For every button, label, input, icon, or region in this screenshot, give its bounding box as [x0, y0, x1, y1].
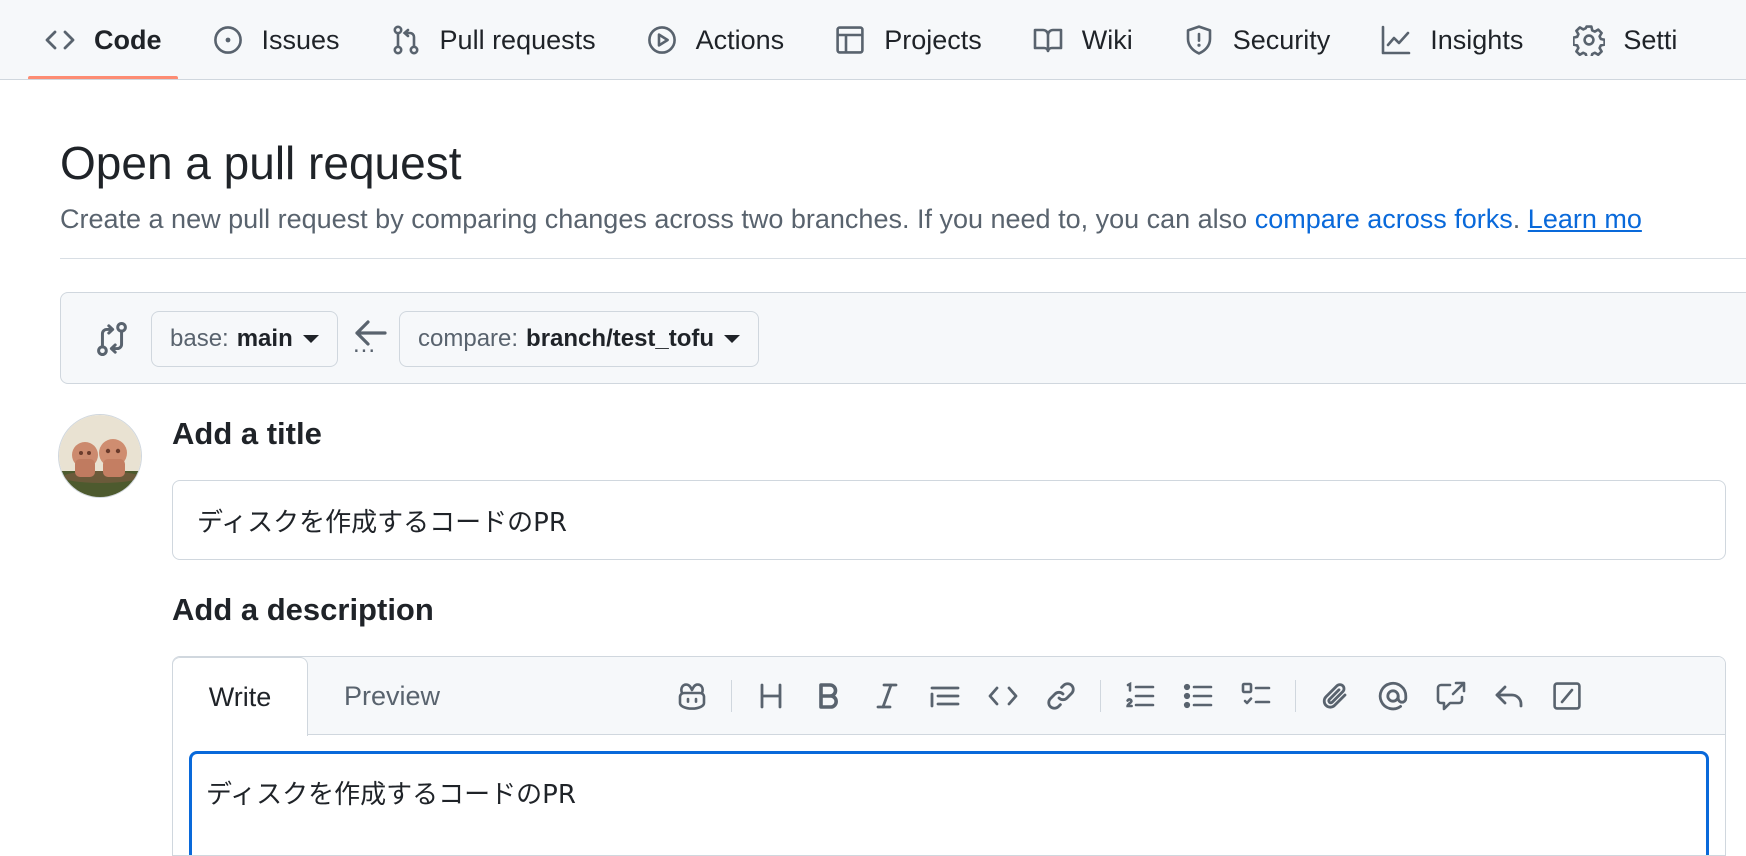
header-divider [60, 258, 1746, 259]
caret-down-icon [724, 335, 741, 343]
compare-label: compare: [418, 325, 519, 352]
tab-issues-label: Issues [261, 24, 340, 55]
code-icon[interactable] [985, 678, 1021, 714]
editor-header: Write Preview [173, 657, 1725, 736]
link-icon[interactable] [1043, 678, 1079, 714]
ordered-list-icon[interactable] [1122, 678, 1158, 714]
compare-branch-name: branch/test_tofu [526, 325, 715, 352]
tab-wiki[interactable]: Wiki [1016, 0, 1149, 79]
tab-issues[interactable]: Issues [196, 0, 356, 79]
repo-nav-tabs: Code Issues Pull requests Actions Projec… [28, 0, 1711, 79]
base-branch-button[interactable]: base: main [151, 311, 338, 367]
markdown-toolbar [663, 657, 1596, 735]
tab-projects-label: Projects [884, 24, 982, 55]
tab-insights[interactable]: Insights [1364, 0, 1539, 79]
range-ellipsis: ... [353, 331, 377, 358]
tab-settings[interactable]: Setti [1557, 0, 1693, 79]
caret-down-icon [302, 335, 319, 343]
tab-pull-requests-label: Pull requests [439, 24, 596, 55]
bold-icon[interactable] [811, 678, 847, 714]
tab-wiki-label: Wiki [1081, 24, 1133, 55]
tab-write[interactable]: Write [173, 657, 308, 736]
toolbar-divider [1100, 680, 1101, 712]
range-editor: base: main ... compare: branch/test_tofu [60, 292, 1746, 384]
learn-more-link[interactable]: Learn mo [1528, 204, 1642, 234]
gear-icon [1573, 24, 1606, 56]
page-subtitle: Create a new pull request by comparing c… [60, 204, 1642, 235]
subtitle-text: Create a new pull request by comparing c… [60, 204, 1255, 234]
toolbar-divider [1295, 680, 1296, 712]
tab-security[interactable]: Security [1167, 0, 1347, 79]
subtitle-period: . [1512, 204, 1528, 234]
italic-icon[interactable] [869, 678, 905, 714]
tab-security-label: Security [1232, 24, 1331, 55]
unordered-list-icon[interactable] [1180, 678, 1216, 714]
description-editor: Write Preview ディスクを作成するコードのPR [172, 656, 1726, 856]
tab-pull-requests[interactable]: Pull requests [374, 0, 612, 79]
base-label: base: [170, 325, 229, 352]
description-textarea[interactable]: ディスクを作成するコードのPR [189, 751, 1709, 855]
git-compare-icon [97, 322, 127, 356]
compare-across-forks-link[interactable]: compare across forks [1255, 204, 1513, 234]
cross-reference-icon[interactable] [1433, 678, 1469, 714]
tab-code[interactable]: Code [28, 0, 178, 79]
mention-icon[interactable] [1375, 678, 1411, 714]
play-icon [646, 24, 678, 56]
reply-icon[interactable] [1491, 678, 1527, 714]
tab-insights-label: Insights [1430, 24, 1524, 55]
tab-projects[interactable]: Projects [818, 0, 998, 79]
tab-code-label: Code [94, 24, 162, 55]
paperclip-icon[interactable] [1317, 678, 1353, 714]
description-section-label: Add a description [172, 592, 434, 627]
toolbar-divider [731, 680, 732, 712]
page-title: Open a pull request [60, 137, 462, 189]
issue-opened-icon [212, 24, 244, 56]
compare-branch-button[interactable]: compare: branch/test_tofu [399, 311, 760, 367]
git-pull-request-icon [390, 24, 422, 56]
book-icon [1032, 24, 1064, 56]
heading-icon[interactable] [753, 678, 789, 714]
tab-settings-label: Setti [1623, 24, 1678, 55]
copilot-icon[interactable] [674, 678, 710, 714]
quote-icon[interactable] [927, 678, 963, 714]
avatar[interactable] [58, 414, 142, 498]
title-section-label: Add a title [172, 416, 322, 451]
slash-command-icon[interactable] [1549, 678, 1585, 714]
base-branch-name: main [236, 325, 293, 352]
code-icon [44, 24, 76, 56]
repo-nav: Code Issues Pull requests Actions Projec… [0, 0, 1746, 80]
tab-actions-label: Actions [695, 24, 785, 55]
tab-preview[interactable]: Preview [323, 657, 461, 736]
shield-icon [1183, 24, 1215, 56]
table-icon [834, 24, 866, 56]
tab-actions[interactable]: Actions [630, 0, 801, 79]
task-list-icon[interactable] [1238, 678, 1274, 714]
graph-icon [1380, 24, 1412, 56]
title-input[interactable] [172, 480, 1726, 560]
